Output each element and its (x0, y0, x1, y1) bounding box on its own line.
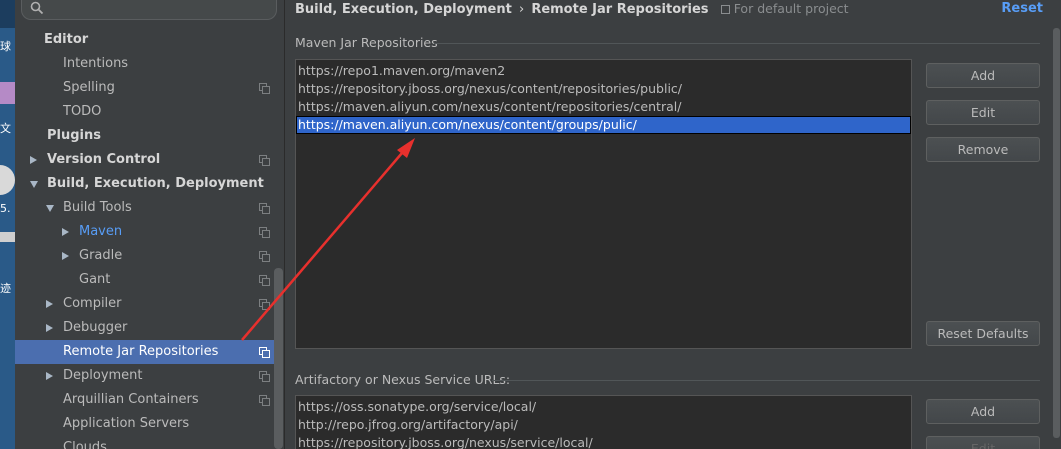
sidebar-item-label: Deployment (63, 368, 143, 383)
sidebar-item-label: Plugins (47, 128, 101, 143)
desktop-tile (0, 165, 15, 195)
main-scrollbar[interactable] (1052, 0, 1061, 449)
maven-add-button[interactable]: Add (926, 63, 1040, 88)
breadcrumb-current: Remote Jar Repositories (531, 2, 709, 17)
sidebar-item-label: Editor (44, 32, 89, 47)
maven-section-title: Maven Jar Repositories (295, 35, 438, 50)
project-scope-icon (259, 371, 270, 382)
artifactory-edit-button[interactable]: Edit (926, 436, 1040, 449)
sidebar-item-label: Version Control (47, 152, 161, 167)
desktop-tile (0, 0, 15, 28)
list-item[interactable]: https://repository.jboss.org/nexus/servi… (296, 434, 911, 449)
sidebar-item[interactable]: Arquillian Containers (15, 388, 283, 412)
sidebar-item-label: Maven (79, 224, 123, 239)
chevron-down-icon[interactable] (46, 205, 54, 212)
sidebar-item-label: TODO (63, 104, 102, 119)
chevron-right-icon[interactable] (46, 372, 53, 380)
project-scope-icon (259, 155, 270, 166)
sidebar-item-label: Remote Jar Repositories (63, 344, 219, 359)
sidebar-item-label: Spelling (63, 80, 115, 95)
scope-indicator: For default project (720, 1, 849, 16)
chevron-right-icon[interactable] (62, 252, 69, 260)
project-scope-icon (259, 83, 270, 94)
sidebar-item-label: Gradle (79, 248, 123, 263)
sidebar-item-label: Compiler (63, 296, 122, 311)
sidebar-item[interactable]: TODO (15, 100, 283, 124)
project-scope-icon (259, 395, 270, 406)
desktop-label: 5. (0, 202, 11, 215)
sidebar-item[interactable]: Version Control (15, 148, 283, 172)
sidebar-item[interactable]: Deployment (15, 364, 283, 388)
breadcrumb: Build, Execution, Deployment › Remote Ja… (295, 0, 849, 20)
scope-label: For default project (733, 1, 849, 16)
chevron-down-icon[interactable] (30, 181, 38, 188)
list-item[interactable]: https://repository.jboss.org/nexus/conte… (296, 80, 911, 98)
sidebar-item[interactable]: Intentions (15, 52, 283, 76)
list-item[interactable]: https://repo1.maven.org/maven2 (296, 62, 911, 80)
sidebar-item[interactable]: Application Servers (15, 412, 283, 436)
maven-remove-button[interactable]: Remove (926, 137, 1040, 162)
sidebar-item[interactable]: Spelling (15, 76, 283, 100)
list-item[interactable]: http://repo.jfrog.org/artifactory/api/ (296, 416, 911, 434)
sidebar-item-label: Debugger (63, 320, 128, 335)
settings-sidebar: Editor Intentions Spelling TODO Plugins Versi… (15, 0, 285, 449)
search-input[interactable] (21, 0, 277, 20)
sidebar-item-label: Gant (79, 272, 111, 287)
project-scope-icon (259, 275, 270, 286)
sidebar-item-label: Clouds (63, 440, 107, 449)
chevron-right-icon[interactable] (46, 300, 53, 308)
desktop-tile (0, 82, 15, 104)
project-scope-icon (259, 251, 270, 262)
sidebar-item[interactable]: Build Tools (15, 196, 283, 220)
sidebar-item[interactable]: Gradle (15, 244, 283, 268)
sidebar-item-label: Intentions (63, 56, 129, 71)
settings-main-pane: Build, Execution, Deployment › Remote Ja… (286, 0, 1061, 449)
sidebar-item[interactable]: Build, Execution, Deployment (15, 172, 283, 196)
artifactory-section-title: Artifactory or Nexus Service URLs: (295, 372, 511, 387)
chevron-right-icon[interactable] (30, 156, 37, 164)
section-divider (492, 380, 1040, 381)
chevron-right-icon[interactable] (62, 228, 69, 236)
list-item[interactable]: https://maven.aliyun.com/nexus/content/r… (296, 98, 911, 116)
sidebar-item-label: Arquillian Containers (63, 392, 199, 407)
artifactory-add-button[interactable]: Add (926, 399, 1040, 424)
maven-repository-list[interactable]: https://repo1.maven.org/maven2 https://re… (295, 59, 912, 349)
reset-defaults-button[interactable]: Reset Defaults (926, 321, 1040, 346)
desktop-label: 球 (0, 40, 11, 53)
sidebar-item[interactable]: Maven (15, 220, 283, 244)
desktop-label: 文 (0, 122, 11, 135)
maven-edit-button[interactable]: Edit (926, 100, 1040, 125)
list-item[interactable]: https://oss.sonatype.org/service/local/ (296, 398, 911, 416)
project-scope-icon (259, 299, 270, 310)
sidebar-item[interactable]: Plugins (15, 124, 283, 148)
reset-link[interactable]: Reset (1001, 0, 1043, 18)
desktop-label: 迹 (0, 282, 11, 295)
sidebar-item[interactable]: Editor (15, 28, 283, 52)
project-scope-icon (259, 227, 270, 238)
scrollbar-thumb[interactable] (1053, 28, 1060, 438)
sidebar-item-label: Application Servers (63, 416, 190, 431)
section-divider (434, 43, 1040, 44)
sidebar-item-label: Build, Execution, Deployment (47, 176, 264, 191)
project-scope-icon (259, 347, 270, 358)
sidebar-item[interactable]: Remote Jar Repositories (15, 340, 283, 364)
sidebar-item-label: Build Tools (63, 200, 132, 215)
chevron-right-icon[interactable] (46, 324, 53, 332)
artifactory-url-list[interactable]: https://oss.sonatype.org/service/local/h… (295, 395, 912, 449)
sidebar-item[interactable]: Gant (15, 268, 283, 292)
project-scope-icon (259, 203, 270, 214)
project-icon (720, 5, 730, 14)
desktop-strip: 球 文 5. 迹 (0, 0, 15, 449)
sidebar-item[interactable]: Compiler (15, 292, 283, 316)
desktop-tile (0, 232, 15, 242)
sidebar-item[interactable]: Debugger (15, 316, 283, 340)
list-item[interactable]: https://maven.aliyun.com/nexus/content/g… (296, 116, 911, 134)
search-icon (30, 1, 44, 15)
sidebar-scrollbar[interactable] (274, 268, 283, 449)
breadcrumb-parent: Build, Execution, Deployment (295, 2, 512, 17)
breadcrumb-separator: › (518, 2, 525, 17)
sidebar-item[interactable]: Clouds (15, 436, 283, 449)
